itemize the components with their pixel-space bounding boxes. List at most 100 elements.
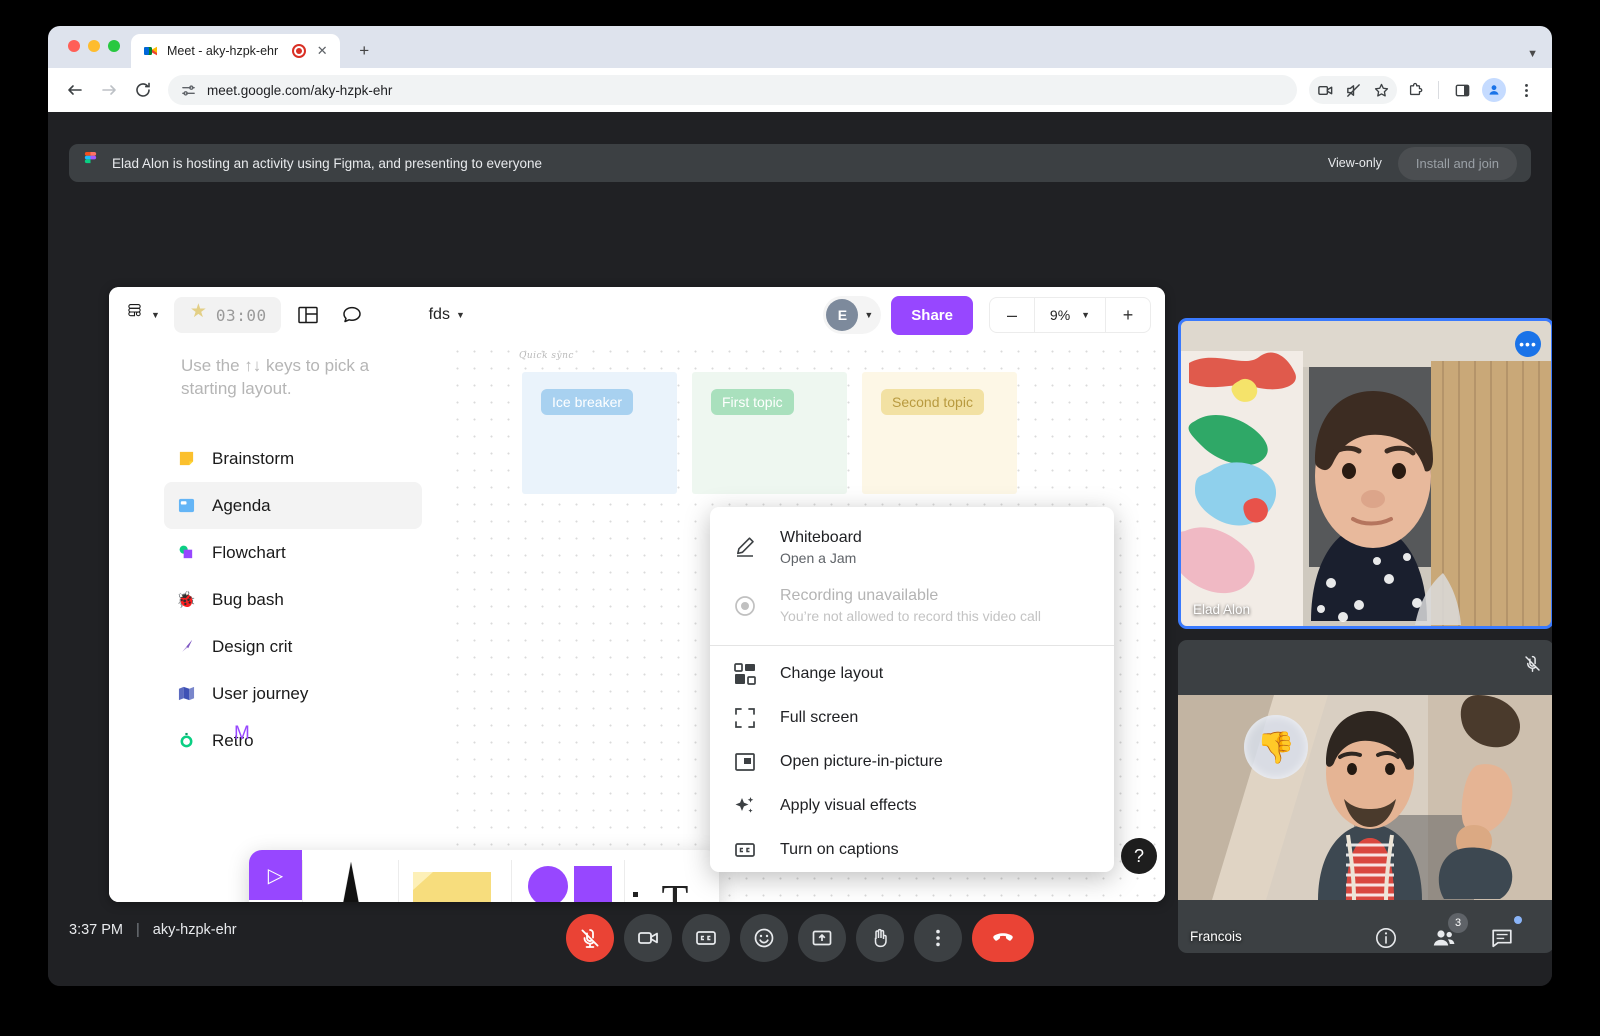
google-meet-app: Elad Alon is hosting an activity using F… — [48, 112, 1552, 986]
frame-second-topic[interactable]: Second topic — [862, 372, 1017, 494]
bookmark-star-icon[interactable] — [1367, 76, 1395, 104]
more-options-icon[interactable]: ••• — [1515, 331, 1541, 357]
pen-tool[interactable] — [303, 850, 398, 902]
template-label: Brainstorm — [212, 448, 295, 468]
figma-logo-icon[interactable] — [123, 304, 145, 326]
menu-item-whiteboard[interactable]: Whiteboard Open a Jam — [710, 518, 1114, 576]
help-button[interactable]: ? — [1121, 838, 1157, 874]
new-tab-button[interactable]: + — [350, 37, 378, 65]
picture-in-picture-icon — [732, 751, 758, 773]
menu-item-turn-on-captions[interactable]: Turn on captions — [710, 828, 1114, 872]
browser-toolbar: meet.google.com/aky-hzpk-ehr — [48, 68, 1552, 112]
tab-title: Meet - aky-hzpk-ehr — [167, 44, 279, 58]
chevron-down-icon[interactable]: ▼ — [1527, 48, 1538, 60]
bug-icon: 🐞 — [176, 591, 196, 609]
camera-button[interactable] — [624, 914, 672, 962]
menu-item-title: Whiteboard — [780, 529, 862, 546]
shapes-tool[interactable] — [512, 850, 624, 902]
meet-bottom-bar: 3:37 PM | aky-hzpk-ehr 3 — [48, 900, 1552, 986]
address-bar-url: meet.google.com/aky-hzpk-ehr — [207, 82, 393, 98]
figma-toolbar: ▼ ★ 03:00 fds ▼ E ▼ Share – 9% ▼ + — [109, 287, 1165, 343]
menu-item-subtitle: Open a Jam — [780, 549, 857, 566]
template-item-agenda[interactable]: Agenda — [164, 482, 422, 529]
menu-item-visual-effects[interactable]: Apply visual effects — [710, 784, 1114, 828]
select-tool[interactable]: ▷ — [249, 850, 302, 900]
frame-ice-breaker[interactable]: Ice breaker — [522, 372, 677, 494]
sticky-note[interactable]: Second topic — [881, 389, 984, 415]
template-item-brainstorm[interactable]: Brainstorm — [164, 435, 422, 482]
tab-recording-icon[interactable] — [292, 44, 307, 58]
chevron-down-icon[interactable]: ▼ — [456, 310, 465, 320]
template-item-design-crit[interactable]: Design crit — [164, 623, 422, 670]
template-item-retro[interactable]: Retro — [164, 717, 422, 764]
layout-panels-icon[interactable] — [291, 298, 325, 332]
meeting-code: aky-hzpk-ehr — [152, 922, 237, 938]
browser-tab[interactable]: Meet - aky-hzpk-ehr ✕ — [131, 34, 341, 68]
zoom-in-button[interactable]: + — [1106, 297, 1150, 333]
template-label: Flowchart — [212, 542, 286, 562]
banner-text: Elad Alon is hosting an activity using F… — [112, 155, 543, 171]
video-feed — [1178, 695, 1552, 900]
zoom-out-button[interactable]: – — [990, 297, 1034, 333]
close-icon[interactable]: ✕ — [314, 43, 330, 59]
separator: | — [136, 922, 140, 938]
close-window-button[interactable] — [68, 40, 80, 52]
chat-button[interactable] — [1478, 914, 1526, 962]
figma-timer[interactable]: ★ 03:00 — [173, 297, 281, 333]
side-panel-icon[interactable] — [1448, 76, 1476, 104]
site-settings-icon[interactable] — [180, 82, 197, 99]
layout-hint-text: Use the ↑↓ keys to pick a starting layou… — [181, 356, 370, 398]
comment-bubble-icon[interactable] — [335, 298, 369, 332]
captions-button[interactable] — [682, 914, 730, 962]
meeting-details-button[interactable] — [1362, 914, 1410, 962]
share-button[interactable]: Share — [891, 295, 973, 335]
meet-options-menu: Whiteboard Open a Jam Recording unavaila… — [710, 507, 1114, 872]
leave-call-button[interactable] — [972, 914, 1034, 962]
minimize-window-button[interactable] — [88, 40, 100, 52]
figma-file-name[interactable]: fds ▼ — [429, 306, 465, 324]
maximize-window-button[interactable] — [108, 40, 120, 52]
raise-hand-button[interactable] — [856, 914, 904, 962]
reload-icon[interactable] — [128, 75, 158, 105]
media-cast-icon[interactable] — [1311, 76, 1339, 104]
closed-captions-icon — [732, 839, 758, 861]
sticky-note[interactable]: First topic — [711, 389, 794, 415]
more-options-button[interactable] — [914, 914, 962, 962]
template-item-bug-bash[interactable]: 🐞 Bug bash — [164, 576, 422, 623]
chevron-down-icon[interactable]: ▼ — [1081, 310, 1090, 320]
menu-item-text: Whiteboard Open a Jam — [780, 527, 862, 567]
sticky-note-tool[interactable] — [399, 850, 511, 902]
three-dot-menu-icon[interactable] — [1512, 76, 1540, 104]
present-button[interactable] — [798, 914, 846, 962]
microphone-button[interactable] — [566, 914, 614, 962]
chevron-down-icon[interactable]: ▼ — [864, 310, 873, 320]
browser-window: Meet - aky-hzpk-ehr ✕ + ▼ meet.google.co… — [48, 26, 1552, 986]
template-item-user-journey[interactable]: User journey — [164, 670, 422, 717]
people-button[interactable]: 3 — [1420, 913, 1468, 962]
menu-item-change-layout[interactable]: Change layout — [710, 652, 1114, 696]
zoom-level-value: 9% — [1049, 307, 1071, 323]
back-arrow-icon[interactable] — [60, 75, 90, 105]
install-and-join-button[interactable]: Install and join — [1397, 146, 1517, 180]
sticky-note[interactable]: Ice breaker — [541, 389, 634, 415]
profile-avatar-icon[interactable] — [1480, 76, 1508, 104]
template-item-flowchart[interactable]: Flowchart — [164, 529, 422, 576]
video-tile-elad-alon[interactable]: ••• Elad Alon — [1178, 318, 1552, 629]
banner-right: View-only Install and join — [1328, 146, 1517, 180]
file-name-label: fds — [428, 306, 450, 323]
extensions-puzzle-icon[interactable] — [1401, 76, 1429, 104]
reactions-button[interactable] — [740, 914, 788, 962]
figma-avatar-pill[interactable]: E ▼ — [823, 296, 882, 334]
menu-item-title: Change layout — [780, 664, 884, 682]
tab-muted-icon[interactable] — [1339, 76, 1367, 104]
forward-arrow-icon[interactable] — [94, 75, 124, 105]
menu-item-picture-in-picture[interactable]: Open picture-in-picture — [710, 740, 1114, 784]
menu-item-full-screen[interactable]: Full screen — [710, 696, 1114, 740]
chevron-down-icon[interactable]: ▼ — [151, 310, 160, 320]
menu-item-title: Full screen — [780, 708, 859, 726]
text-tool[interactable]: T — [625, 850, 711, 902]
zoom-level-display[interactable]: 9% ▼ — [1034, 297, 1106, 333]
board-caption: Quick sync — [519, 351, 574, 361]
address-bar[interactable]: meet.google.com/aky-hzpk-ehr — [168, 75, 1297, 105]
frame-first-topic[interactable]: First topic — [692, 372, 847, 494]
